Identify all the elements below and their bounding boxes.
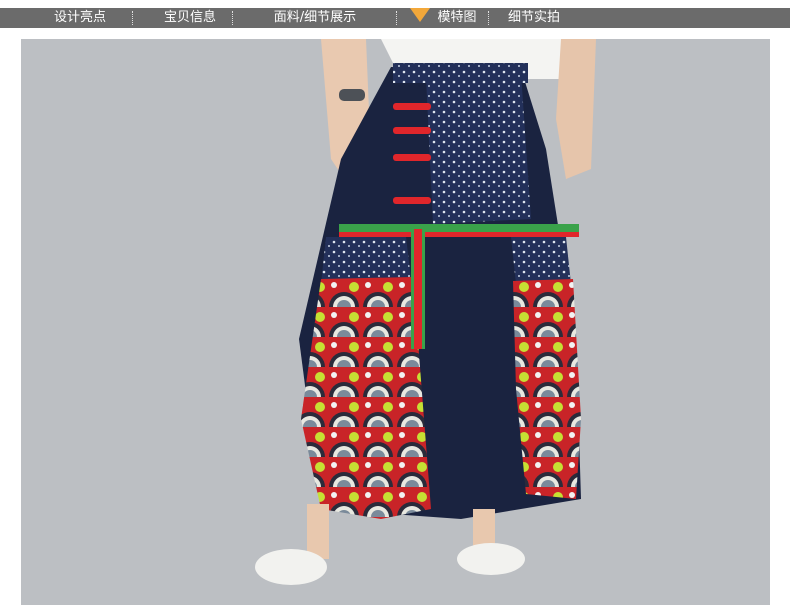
- nav-separator: [232, 11, 233, 25]
- model-photo: [21, 39, 770, 605]
- nav-separator: [396, 11, 397, 25]
- top-nav: 设计亮点 宝贝信息 面料/细节展示 模特图 细节实拍: [0, 0, 790, 30]
- nav-item-fabric-details[interactable]: 面料/细节展示: [255, 8, 375, 28]
- nav-item-detail-photos[interactable]: 细节实拍: [498, 8, 570, 28]
- nav-item-design-highlights[interactable]: 设计亮点: [40, 8, 120, 28]
- nav-item-product-info[interactable]: 宝贝信息: [150, 8, 230, 28]
- nav-strip: 设计亮点 宝贝信息 面料/细节展示 模特图 细节实拍: [0, 8, 790, 28]
- nav-item-model-photos[interactable]: 模特图: [427, 8, 487, 28]
- nav-separator: [488, 11, 489, 25]
- nav-separator: [132, 11, 133, 25]
- triangle-down-icon: [410, 8, 430, 22]
- skirt-illustration: [21, 39, 770, 605]
